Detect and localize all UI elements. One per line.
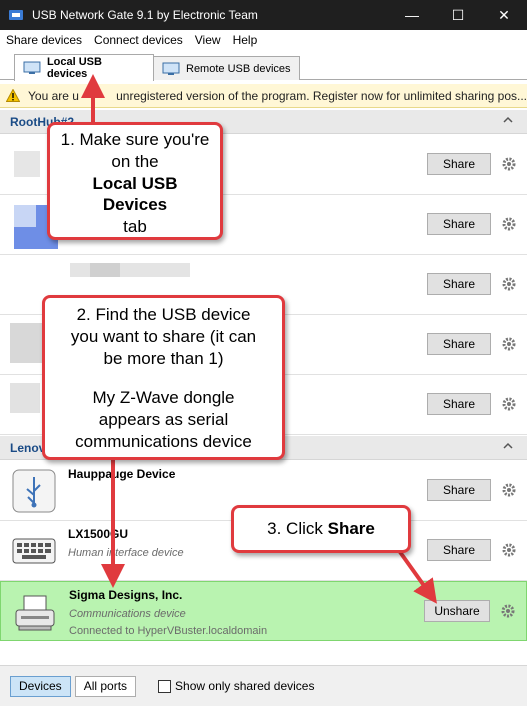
devices-filter-button[interactable]: Devices	[10, 675, 71, 697]
show-shared-checkbox-wrap[interactable]: Show only shared devices	[158, 679, 314, 693]
tab-label: Remote USB devices	[186, 62, 291, 75]
menu-share-devices[interactable]: Share devices	[0, 33, 88, 47]
chevron-up-icon[interactable]	[503, 441, 513, 451]
callout-text: 1. Make sure you're	[60, 130, 210, 149]
tab-label: Local USB devices	[46, 56, 102, 80]
gear-icon[interactable]	[501, 276, 517, 292]
menu-view[interactable]: View	[189, 33, 227, 47]
menu-bar: Share devices Connect devices View Help	[0, 30, 527, 50]
callout-text: tab	[123, 217, 147, 236]
device-status: Connected to HyperVBuster.localdomain	[69, 625, 268, 637]
callout-text: communications device	[75, 431, 252, 451]
footer-bar: Devices All ports Show only shared devic…	[0, 665, 527, 706]
tab-local-usb-devices[interactable]: Local USB devices	[14, 54, 154, 81]
gear-icon[interactable]	[501, 336, 517, 352]
unshare-button[interactable]: Unshare	[424, 600, 490, 622]
callout-text: Share	[327, 519, 375, 538]
callout-text: on the	[111, 151, 159, 171]
minimize-button[interactable]: —	[389, 0, 435, 30]
callout-text: Local USB	[92, 173, 178, 193]
device-name: Hauppauge Device	[68, 467, 176, 481]
keyboard-icon	[12, 538, 56, 564]
gear-icon[interactable]	[501, 156, 517, 172]
unregistered-warning-bar[interactable]: You are u unregistered version of the pr…	[0, 84, 527, 108]
callout-step-1: 1. Make sure you're on the Local USB Dev…	[47, 122, 223, 240]
callout-text: you want to share (it can	[70, 326, 257, 346]
menu-help[interactable]: Help	[227, 33, 264, 47]
share-button[interactable]: Share	[427, 479, 491, 501]
fax-icon	[15, 595, 55, 631]
share-button[interactable]: Share	[427, 393, 491, 415]
share-button[interactable]: Share	[427, 333, 491, 355]
device-type: Human interface device	[68, 547, 184, 559]
callout-step-2: 2. Find the USB device you want to share…	[42, 295, 285, 460]
share-button[interactable]: Share	[427, 213, 491, 235]
window-title: USB Network Gate 9.1 by Electronic Team	[32, 8, 258, 22]
callout-step-3: 3. Click Share	[231, 505, 411, 553]
menu-connect-devices[interactable]: Connect devices	[88, 33, 189, 47]
gear-icon[interactable]	[501, 542, 517, 558]
tab-remote-usb-devices[interactable]: Remote USB devices	[153, 56, 300, 80]
title-bar: USB Network Gate 9.1 by Electronic Team …	[0, 0, 527, 30]
share-button[interactable]: Share	[427, 539, 491, 561]
share-button[interactable]: Share	[427, 273, 491, 295]
chevron-up-icon[interactable]	[503, 115, 513, 125]
close-button[interactable]: ✕	[481, 0, 527, 30]
callout-text: My Z-Wave dongle	[92, 388, 235, 408]
show-shared-checkbox[interactable]	[158, 679, 172, 693]
device-name: LX1500GU	[68, 527, 129, 541]
app-icon	[9, 10, 23, 20]
warning-icon	[6, 89, 20, 102]
device-type: Communications device	[69, 608, 186, 620]
warning-text-start: You are u	[28, 88, 79, 103]
gear-icon[interactable]	[501, 216, 517, 232]
gear-icon[interactable]	[500, 603, 516, 619]
share-button[interactable]: Share	[427, 153, 491, 175]
warning-text-end: unregistered version of the program. Reg…	[116, 88, 527, 103]
callout-text: 2. Find the USB device	[76, 305, 251, 324]
callout-text: appears as serial	[98, 410, 229, 429]
usb-monitor-icon	[23, 61, 41, 74]
gear-icon[interactable]	[501, 396, 517, 412]
callout-text: Devices	[102, 195, 168, 215]
tab-bar: Local USB devices Remote USB devices	[0, 50, 527, 81]
gear-icon[interactable]	[501, 482, 517, 498]
remote-monitor-icon	[162, 62, 180, 75]
device-name: Sigma Designs, Inc.	[69, 588, 183, 602]
device-row-shared[interactable]: Sigma Designs, Inc. Communications devic…	[0, 581, 527, 641]
usb-icon	[12, 469, 56, 513]
group-name: Lenov	[10, 440, 46, 455]
callout-text: be more than 1)	[103, 348, 224, 368]
callout-text: 3. Click	[267, 519, 328, 538]
show-shared-label: Show only shared devices	[175, 679, 315, 693]
all-ports-filter-button[interactable]: All ports	[74, 675, 137, 697]
maximize-button[interactable]: ☐	[435, 0, 481, 30]
